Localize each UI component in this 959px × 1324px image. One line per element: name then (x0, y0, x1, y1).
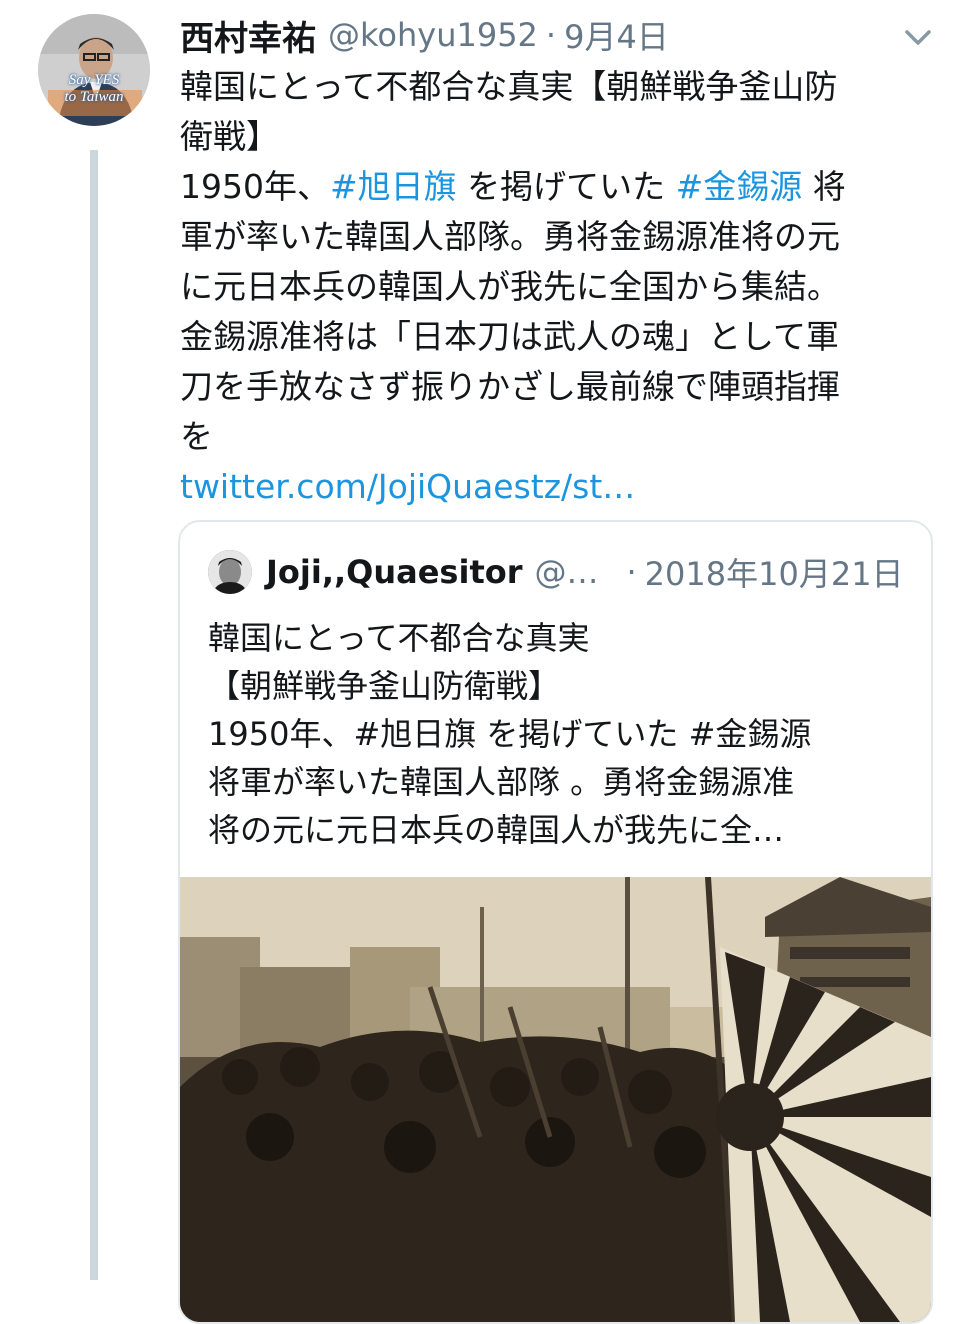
quoted-avatar-photo (208, 550, 252, 594)
quoted-author-avatar (208, 550, 252, 594)
separator-dot: · (545, 16, 557, 54)
tweet-header: 西村幸祐 @kohyu1952 · 9月4日 (180, 11, 669, 60)
tweet-url-link[interactable]: twitter.com/JojiQuaestz/st… (180, 462, 940, 512)
thread-line (90, 150, 98, 1280)
tweet-date[interactable]: 9月4日 (564, 12, 669, 58)
hashtag-link[interactable]: #金錫源 (676, 167, 803, 206)
author-handle[interactable]: @kohyu1952 (328, 16, 538, 54)
tweet-text-part-2: を掲げていた (456, 167, 676, 206)
quoted-tweet-text: 韓国にとって不都合な真実 【朝鮮戦争釜山防衛戦】 1950年、#旭日旗 を掲げて… (208, 619, 812, 849)
chevron-down-icon[interactable] (898, 18, 938, 58)
author-name[interactable]: 西村幸祐 (180, 11, 316, 60)
quoted-author-name: Joji,,Quaesitor (266, 553, 523, 591)
quoted-tweet-header: Joji,,Quaesitor @… · 2018年10月21日 (208, 550, 904, 594)
quoted-tweet-date: 2018年10月21日 (644, 555, 904, 593)
tweet-text-part-3: 将 軍が率いた韓国人部隊。勇将金錫源准将の元 に元日本兵の韓国人が我先に全国から… (180, 167, 846, 456)
hashtag-link[interactable]: #旭日旗 (330, 167, 457, 206)
avatar-caption-line-2: to Taiwan (64, 89, 124, 105)
quoted-tweet-photo[interactable] (180, 877, 931, 1322)
author-avatar[interactable]: Say YES to Taiwan (38, 14, 150, 126)
avatar-caption-line-1: Say YES (68, 72, 120, 88)
quoted-separator-dot: · (626, 553, 637, 591)
avatar-photo (38, 14, 150, 126)
quoted-author-handle: @… (534, 553, 599, 591)
avatar-caption: Say YES to Taiwan (38, 72, 150, 106)
quoted-tweet-card[interactable]: Joji,,Quaesitor @… · 2018年10月21日 韓国にとって不… (178, 520, 933, 1324)
tweet-text: 韓国にとって不都合な真実【朝鮮戦争釜山防 衛戦】 1950年、#旭日旗 を掲げて… (180, 62, 940, 512)
